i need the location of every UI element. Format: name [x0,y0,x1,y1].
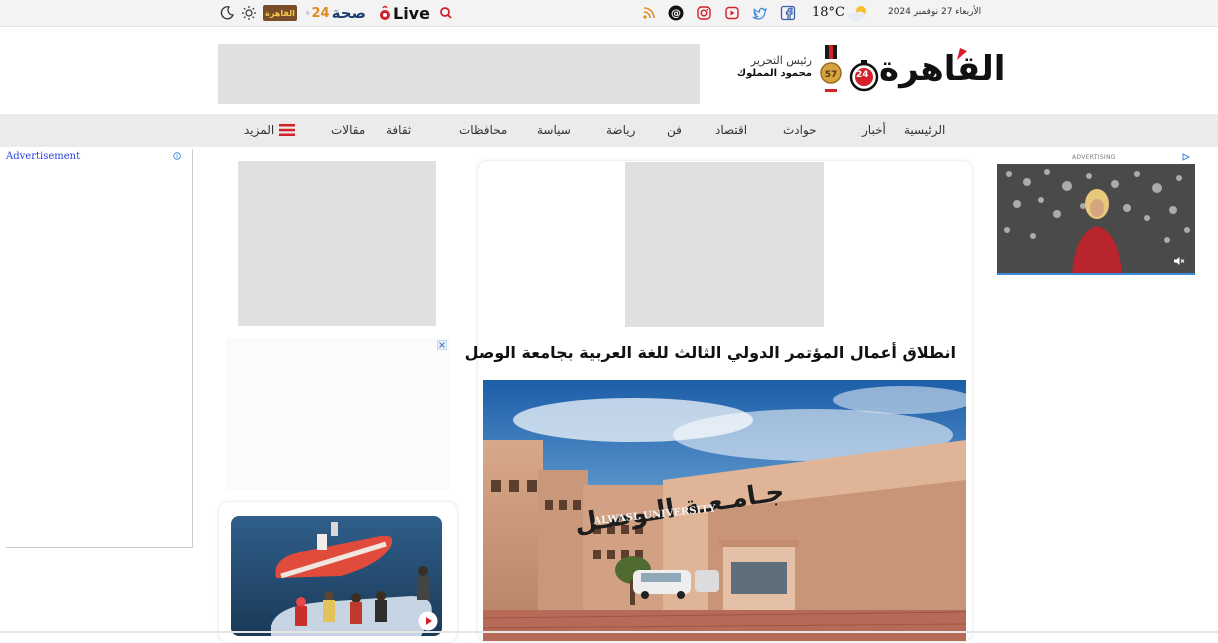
nav-item-governorates[interactable]: محافظات [459,123,507,137]
svg-text:57: 57 [825,70,838,80]
twitter-icon[interactable] [752,5,768,21]
youtube-icon[interactable] [724,5,740,21]
instagram-icon[interactable] [696,5,712,21]
facebook-icon[interactable] [780,5,796,21]
nav-item-economy[interactable]: اقتصاد [715,123,747,137]
svg-text:@: @ [671,9,681,20]
nav-item-articles[interactable]: مقالات [331,123,365,137]
article-image[interactable]: جـامـعـة الـوصـل ALWASL UNIVERSITY [483,380,966,641]
nav-item-culture[interactable]: ثقافة [386,123,411,137]
video-card[interactable] [218,501,458,643]
advertising-label: ADVERTISING [1072,154,1116,161]
rss-icon[interactable] [641,5,657,21]
adchoices-icon[interactable] [1182,153,1190,161]
header-ad-placeholder[interactable] [218,44,700,104]
threads-icon[interactable]: @ [668,5,684,21]
site-logo[interactable]: القاهرة 24 [845,48,1005,96]
nav-item-home[interactable]: الرئيسية [904,123,945,137]
logo-flag-icon [957,48,967,60]
sidebar-ad-placeholder[interactable] [238,161,436,326]
ad-close-icon[interactable] [437,340,447,350]
anniversary-medal-icon: 57 [820,45,842,100]
left-ad-frame[interactable]: Advertisement [6,149,193,548]
editor-name: محمود المملوك [736,68,812,79]
article-headline[interactable]: انطلاق أعمال المؤتمر الدولي الثالث للغة … [465,343,956,362]
editor-title: رئيس التحرير [750,54,812,67]
mute-icon[interactable] [1173,256,1185,266]
article-ad-placeholder[interactable] [625,162,824,327]
live-mic-icon [380,5,390,20]
hamburger-menu-icon [279,124,296,136]
stopwatch-icon [306,11,310,15]
video-thumbnail[interactable] [231,516,442,636]
ad-info-icon[interactable] [173,152,181,160]
light-mode-icon[interactable] [241,5,257,21]
featured-article-card[interactable]: انطلاق أعمال المؤتمر الدولي الثالث للغة … [465,160,973,642]
editor-block: رئيس التحرير محمود المملوك [730,54,812,79]
advertisement-label: Advertisement [6,151,81,162]
top-bar [0,0,1218,27]
live-link[interactable]: Live [378,3,430,23]
health-24-link[interactable]: 24 صحة [306,3,366,23]
search-icon[interactable] [438,5,454,21]
ad-video[interactable] [997,164,1195,275]
sidebar-ad-slot[interactable] [226,338,450,490]
right-ad-frame[interactable]: ADVERTISING [996,150,1195,278]
play-icon[interactable] [418,611,438,631]
nav-item-art[interactable]: فن [667,123,682,137]
alqahera-badge[interactable]: القاهرة [263,5,297,21]
nav-item-news[interactable]: أخبار [862,123,886,137]
nav-item-sports[interactable]: رياضة [606,123,635,137]
nav-item-accidents[interactable]: حوادث [783,123,817,137]
partly-cloudy-icon [846,3,870,23]
temperature: 18°C [812,5,845,20]
current-date: الأربعاء 27 نوفمبر 2024 [888,7,982,17]
dark-mode-icon[interactable] [219,5,235,21]
nav-item-politics[interactable]: سياسة [537,123,571,137]
nav-more-button[interactable]: المزيد [244,120,296,140]
